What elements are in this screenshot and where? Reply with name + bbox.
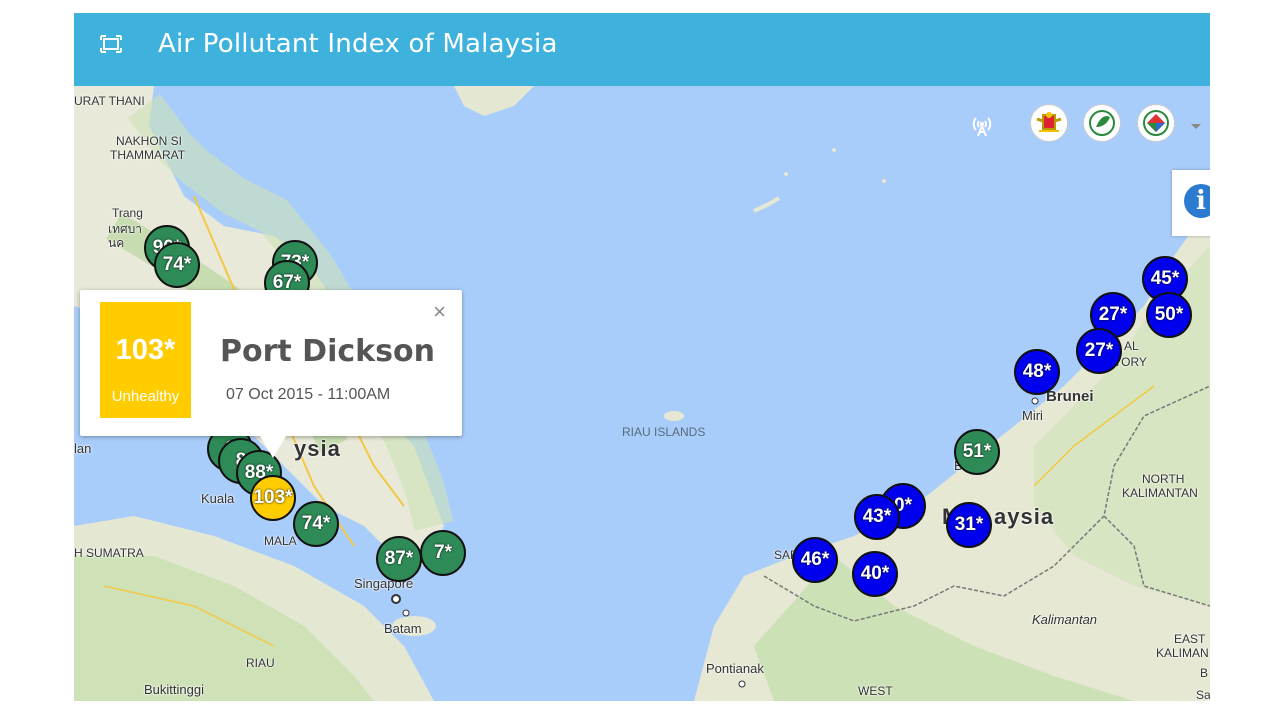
aqi-marker[interactable]: 27* [1076, 328, 1122, 374]
station-name: Port Dickson [220, 334, 435, 369]
info-icon: i [1184, 184, 1210, 218]
place-lan: lan [74, 441, 92, 456]
place-kalimantan: Kalimantan [1032, 612, 1098, 627]
place-north-kal: NORTH [1142, 472, 1185, 486]
aqi-marker[interactable]: 7* [420, 530, 466, 576]
app-window: Air Pollutant Index of Malaysia URAT THA… [74, 13, 1210, 701]
aqi-marker[interactable]: 51* [954, 429, 1000, 475]
aqi-marker[interactable]: 74* [154, 242, 200, 288]
aqi-status: Unhealthy [111, 388, 180, 405]
place-mala: MALA [264, 534, 297, 548]
place-batam: Batam [384, 621, 422, 636]
place-thammarat: THAMMARAT [110, 148, 186, 162]
place-riau: RIAU [246, 656, 275, 670]
place-miri: Miri [1022, 408, 1043, 423]
aqi-marker[interactable]: 87* [376, 536, 422, 582]
place-west: WEST [858, 684, 893, 698]
aqi-value: 103* [115, 334, 176, 366]
place-trang: Trang [112, 206, 143, 220]
doe-logo-icon[interactable] [1083, 104, 1121, 142]
aqi-marker[interactable]: 48* [1014, 349, 1060, 395]
place-trang-thai-2: นค [108, 236, 125, 250]
agency-logo-icon[interactable] [1137, 104, 1175, 142]
aqi-marker[interactable]: 40* [852, 551, 898, 597]
place-b: B [1200, 666, 1209, 680]
place-brunei: Brunei [1046, 388, 1094, 405]
place-bukittinggi: Bukittinggi [144, 682, 204, 697]
place-malaysia-west: ysia [294, 436, 341, 461]
place-surat-thani: URAT THANI [74, 94, 145, 108]
place-sumatra: H SUMATRA [74, 546, 144, 560]
aqi-marker[interactable]: 31* [946, 502, 992, 548]
place-riau-islands: RIAU ISLANDS [622, 425, 706, 439]
malaysia-coat-of-arms-icon[interactable] [1030, 104, 1068, 142]
page-title: Air Pollutant Index of Malaysia [158, 29, 558, 59]
aqi-marker[interactable]: 74* [293, 501, 339, 547]
chevron-down-icon[interactable] [1190, 118, 1202, 129]
aqi-marker[interactable]: 50* [1146, 292, 1192, 338]
popup-pointer [260, 436, 286, 458]
place-pontianak: Pontianak [706, 661, 764, 676]
info-button[interactable]: i [1172, 170, 1210, 236]
station-popup: 103* Unhealthy Port Dickson 07 Oct 2015 … [80, 290, 462, 458]
map-view[interactable]: URAT THANI NAKHON SI THAMMARAT Trang เทศ… [74, 86, 1210, 701]
aqi-marker[interactable]: 46* [792, 537, 838, 583]
header-bar: Air Pollutant Index of Malaysia [74, 13, 1210, 86]
place-al: AL [1124, 339, 1139, 353]
place-sa: Sa [1196, 688, 1210, 701]
place-east: EAST [1174, 632, 1206, 646]
broadcast-icon[interactable] [970, 114, 994, 138]
place-east-2: KALIMAN [1156, 646, 1209, 660]
place-north-kal-2: KALIMANTAN [1122, 486, 1198, 500]
place-nakhon: NAKHON SI [116, 134, 183, 148]
expand-icon[interactable] [100, 35, 122, 53]
place-malaysia-east: aysia [994, 504, 1055, 529]
aqi-badge: 103* Unhealthy [100, 302, 191, 418]
close-icon[interactable]: × [433, 299, 446, 325]
aqi-marker-selected[interactable]: 103* [250, 475, 296, 521]
place-kuala: Kuala [201, 491, 235, 506]
aqi-marker[interactable]: 43* [854, 494, 900, 540]
reading-datetime: 07 Oct 2015 - 11:00AM [226, 386, 391, 403]
